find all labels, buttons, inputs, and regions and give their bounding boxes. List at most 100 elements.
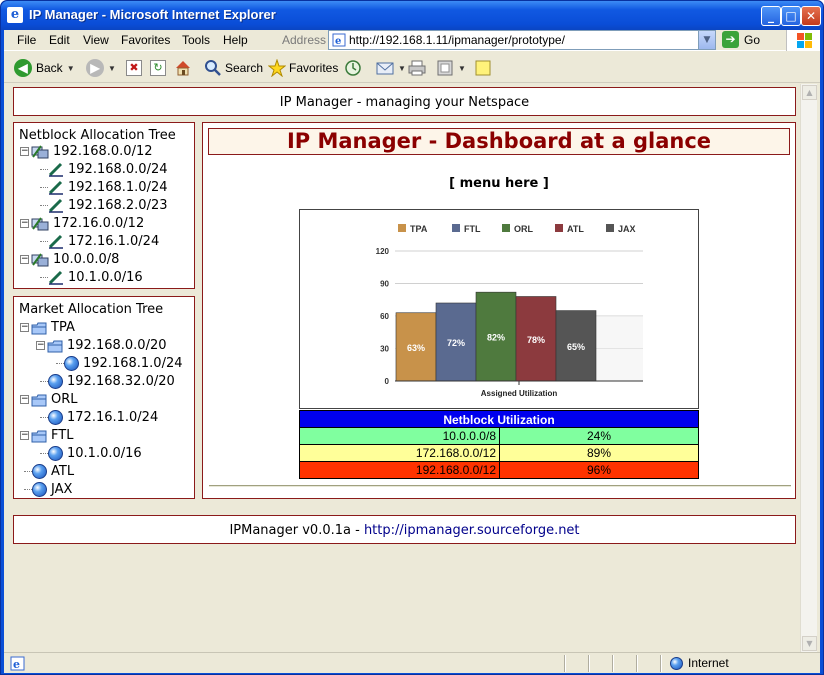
legend-label: FTL [464,224,481,234]
utilization-table: Netblock Utilization 10.0.0.0/8 24% 172.… [299,410,699,479]
tree-node-label: 10.1.0.0/16 [67,446,142,461]
footer-link[interactable]: http://ipmanager.sourceforge.net [364,523,580,538]
tree-node[interactable]: − ORL [20,391,78,408]
back-dropdown-icon[interactable]: ▼ [67,64,75,73]
tree-node[interactable]: 192.168.0.0/24 [40,161,168,178]
mail-dropdown-icon[interactable]: ▼ [398,64,406,73]
forward-dropdown-icon[interactable]: ▼ [108,64,116,73]
globe-icon [32,482,47,497]
back-button[interactable]: ◀ Back ▼ [14,57,75,79]
menu-edit[interactable]: Edit [49,33,70,47]
tree-connector [40,453,48,454]
refresh-button[interactable]: ↻ [150,57,166,79]
tree-node[interactable]: 192.168.1.0/24 [40,179,168,196]
tree-node[interactable]: − 10.0.0.0/8 [20,251,119,268]
vertical-scrollbar[interactable]: ▲ ▼ [800,84,817,652]
scroll-down-icon[interactable]: ▼ [802,636,817,651]
address-field[interactable]: e http://192.168.1.11/ipmanager/prototyp… [328,30,716,50]
netblock-tree-title: Netblock Allocation Tree [19,128,176,143]
mail-button[interactable]: ▼ [376,57,406,79]
tree-node[interactable]: − FTL [20,427,73,444]
collapse-icon[interactable]: − [20,219,29,228]
footer-text: IPManager v0.0.1a - http://ipmanager.sou… [14,523,795,538]
security-zone[interactable]: Internet [670,656,729,670]
tree-node[interactable]: 10.1.0.0/16 [40,445,142,462]
windows-logo-icon [786,30,820,51]
tree-node[interactable]: 192.168.1.0/24 [56,355,183,372]
chart-svg: TPA FTL ORL ATL JAX 0 30 60 90 120 63% 72% 82% 78% 65%… [376,224,643,398]
edit-button[interactable]: ▼ [436,57,466,79]
internet-globe-icon [670,656,683,670]
status-separator [588,655,590,672]
tree-connector [56,363,64,364]
menu-help[interactable]: Help [223,33,248,47]
tree-node[interactable]: 172.16.1.0/24 [40,409,158,426]
y-tick-label: 0 [385,377,390,386]
search-icon [205,60,221,76]
edit-dropdown-icon[interactable]: ▼ [458,64,466,73]
history-icon [345,60,361,76]
address-dropdown-icon[interactable]: ▼ [698,31,715,49]
minimize-button[interactable]: _ [761,6,781,26]
home-button[interactable] [174,57,192,79]
legend-label: TPA [410,224,428,234]
legend-label: JAX [618,224,636,234]
y-tick-label: 120 [376,247,390,256]
ie-logo-icon: e [7,7,23,23]
globe-icon [48,410,63,425]
utilization-cell: 24% [586,429,612,443]
tree-node[interactable]: JAX [24,481,72,498]
tree-node[interactable]: 192.168.32.0/20 [40,373,175,390]
tree-node[interactable]: 192.168.2.0/23 [40,197,168,214]
collapse-icon[interactable]: − [20,147,29,156]
tree-node[interactable]: 10.1.0.0/16 [40,269,143,286]
tree-node[interactable]: − 192.168.0.0/20 [36,337,167,354]
collapse-icon[interactable]: − [20,395,29,404]
tree-node-label: ATL [51,464,75,479]
collapse-icon[interactable]: − [20,431,29,440]
market-folder-icon [31,322,47,334]
close-button[interactable]: ✕ [801,6,821,26]
back-arrow-icon: ◀ [14,59,32,77]
legend-swatch [398,224,406,232]
tree-node-label: 192.168.0.0/12 [53,144,153,159]
history-button[interactable] [344,57,362,79]
forward-button[interactable]: ▶ ▼ [86,57,116,79]
favorites-button[interactable]: Favorites [268,57,338,79]
collapse-icon[interactable]: − [36,341,45,350]
globe-icon [64,356,79,371]
tree-connector [40,187,48,188]
network-icon [31,253,49,267]
collapse-icon[interactable]: − [20,323,29,332]
utilization-chart: TPA FTL ORL ATL JAX 0 30 60 90 120 63% 72% 82% 78% 65%… [299,209,699,409]
tree-node-label: TPA [51,320,75,335]
tree-node[interactable]: ATL [24,463,74,480]
go-button[interactable]: ➔ Go [720,30,766,50]
menu-view[interactable]: View [83,33,109,47]
scroll-up-icon[interactable]: ▲ [802,85,817,100]
page-header-text: IP Manager - managing your Netspace [279,95,530,110]
utilization-cell: 96% [586,463,612,477]
tree-node-label: JAX [51,482,73,497]
y-tick-label: 90 [380,280,389,289]
menu-file[interactable]: File [17,33,36,47]
menu-tools[interactable]: Tools [182,33,210,47]
tree-node[interactable]: − 172.16.0.0/12 [20,215,144,232]
tree-node[interactable]: − 192.168.0.0/12 [20,143,153,160]
stop-button[interactable]: ✖ [126,57,142,79]
netblock-pen-icon [48,198,63,213]
menu-favorites[interactable]: Favorites [121,33,170,47]
tree-node-label: 192.168.2.0/23 [68,198,168,213]
title-bar[interactable]: e IP Manager - Microsoft Internet Explor… [1,1,823,30]
print-button[interactable] [408,57,426,79]
maximize-button[interactable]: □ [781,6,801,26]
favorites-star-icon [268,59,286,77]
tree-connector [24,471,32,472]
market-folder-icon [31,430,47,442]
tree-connector [40,277,48,278]
tree-node[interactable]: 172.16.1.0/24 [40,233,159,250]
messenger-button[interactable] [474,57,492,79]
search-button[interactable]: Search [204,57,263,79]
tree-node[interactable]: − TPA [20,319,75,336]
collapse-icon[interactable]: − [20,255,29,264]
